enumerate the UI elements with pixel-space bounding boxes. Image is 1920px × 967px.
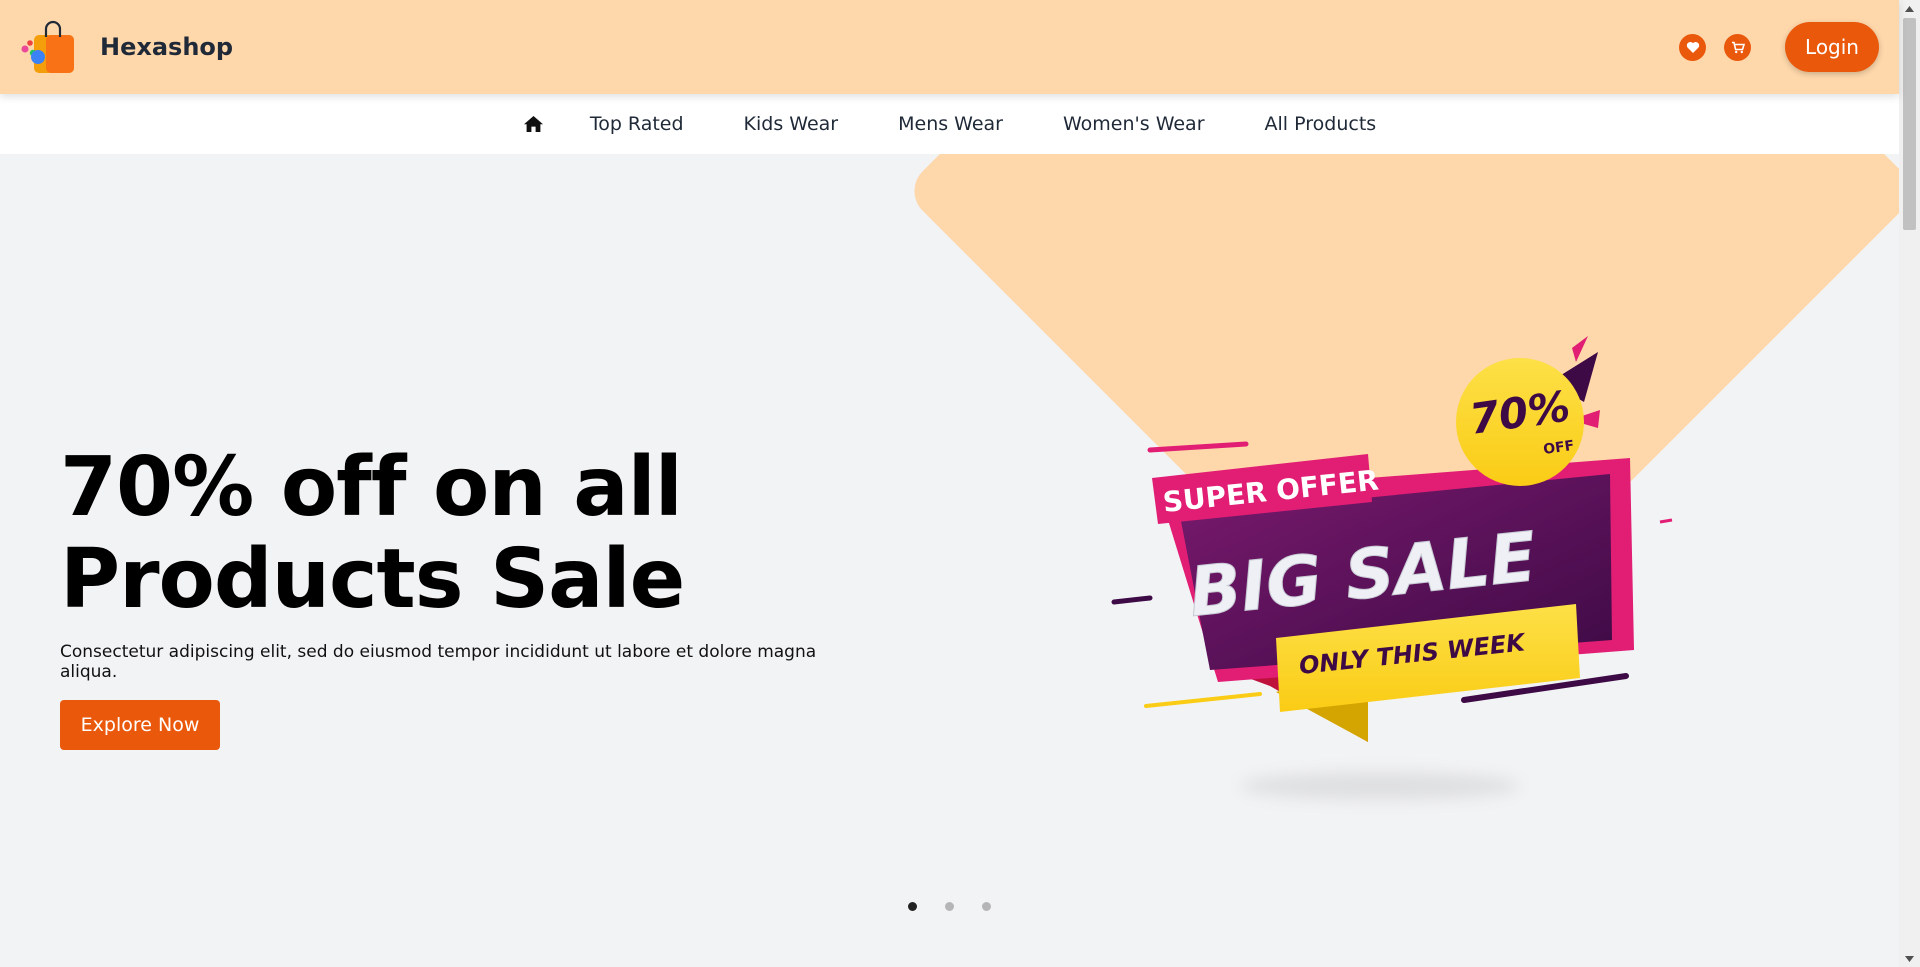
nav-link-kids-wear[interactable]: Kids Wear: [744, 113, 839, 135]
explore-now-button[interactable]: Explore Now: [60, 700, 220, 750]
heart-icon: [1686, 41, 1699, 53]
hero-title-line-1: 70% off on all: [60, 440, 683, 535]
decor-streak: [1144, 692, 1262, 708]
scroll-down-arrow[interactable]: [1899, 950, 1920, 967]
page-scrollbar[interactable]: [1899, 0, 1920, 967]
shopping-bag-logo-icon: [21, 20, 74, 73]
caret-down-icon: [1905, 955, 1914, 962]
cart-icon: [1731, 41, 1745, 53]
nav-link-mens-wear[interactable]: Mens Wear: [898, 113, 1003, 135]
hero-title: 70% off on all Products Sale: [60, 442, 860, 626]
nav-list: Top Rated Kids Wear Mens Wear Women's We…: [523, 113, 1376, 135]
scroll-up-arrow[interactable]: [1899, 0, 1920, 17]
top-bar: Hexashop Login: [0, 0, 1899, 94]
carousel-dots: [0, 902, 1899, 911]
brand-name: Hexashop: [100, 33, 234, 61]
decor-streak: [1111, 595, 1153, 605]
big-sale-promo-graphic: SUPER OFFER BIG SALE ONLY THIS WEEK 70% …: [1111, 336, 1673, 742]
nav-link-womens-wear[interactable]: Women's Wear: [1063, 113, 1205, 135]
decor-streak: [1147, 441, 1249, 453]
decor-triangle: [1572, 336, 1588, 362]
home-icon: [523, 116, 543, 132]
nav-home-link[interactable]: [523, 115, 544, 133]
carousel-dot-2[interactable]: [945, 902, 954, 911]
hero-subtitle: Consectetur adipiscing elit, sed do eius…: [60, 642, 817, 682]
cart-button[interactable]: [1724, 33, 1752, 61]
main-nav: Top Rated Kids Wear Mens Wear Women's We…: [0, 94, 1899, 154]
scroll-thumb[interactable]: [1903, 18, 1916, 230]
hero-content: 70% off on all Products Sale Consectetur…: [60, 442, 860, 750]
caret-up-icon: [1905, 5, 1914, 12]
carousel-dot-3[interactable]: [982, 902, 991, 911]
carousel-dot-1[interactable]: [908, 902, 917, 911]
nav-link-top-rated[interactable]: Top Rated: [590, 113, 684, 135]
hero-title-line-2: Products Sale: [60, 532, 685, 627]
decor-streak: [1659, 518, 1673, 524]
nav-link-all-products[interactable]: All Products: [1265, 113, 1377, 135]
hero-carousel: 70% off on all Products Sale Consectetur…: [0, 154, 1899, 967]
header-actions: Login: [1679, 22, 1879, 72]
login-button[interactable]: Login: [1785, 22, 1879, 72]
brand[interactable]: Hexashop: [20, 19, 233, 75]
wishlist-button[interactable]: [1679, 33, 1707, 61]
